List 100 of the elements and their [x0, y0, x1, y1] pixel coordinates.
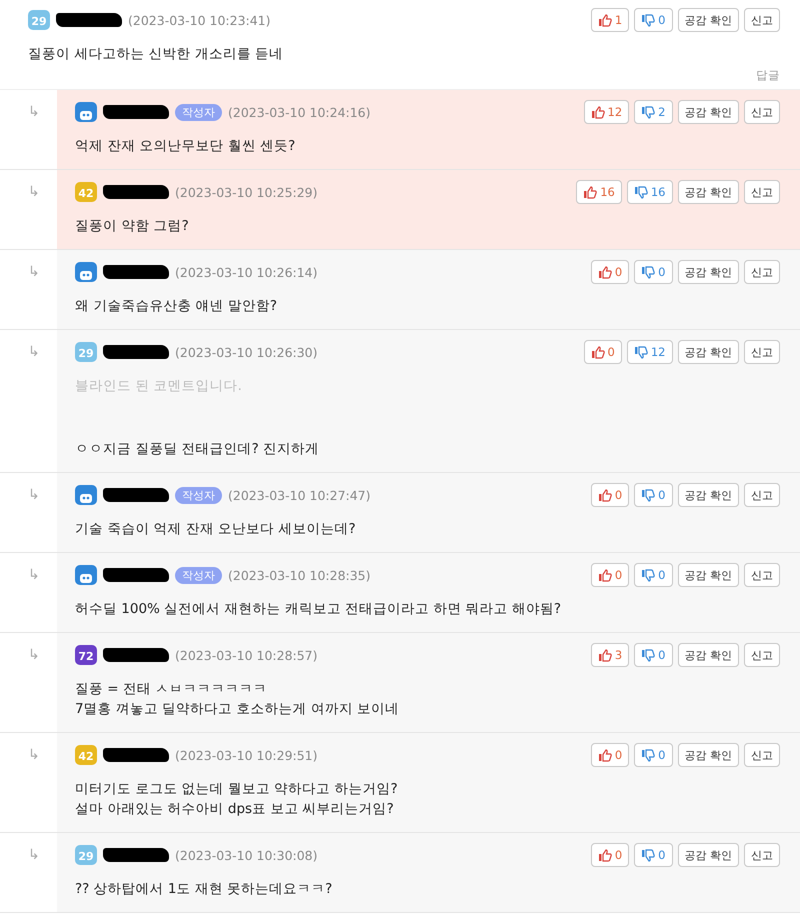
comment-text: 기술 죽습이 억제 잔재 오난보다 세보이는데? — [75, 520, 357, 539]
like-button[interactable]: 0 — [584, 340, 622, 364]
comment-date: (2023-03-10 10:29:51) — [175, 748, 318, 762]
reply-arrow: ↳ — [27, 183, 41, 202]
empathy-button[interactable]: 공감 확인 — [678, 843, 739, 867]
comment-text: 7멸홍 껴놓고 딜약하다고 호소하는게 여까지 보이네 — [75, 700, 400, 719]
comment-date: (2023-03-10 10:24:16) — [228, 104, 371, 120]
redacted-username — [103, 848, 169, 862]
author-tag: 작성자 — [175, 104, 222, 120]
dislike-button[interactable]: 0 — [634, 563, 672, 587]
like-button[interactable]: 16 — [576, 180, 622, 204]
comment-date: (2023-03-10 10:28:57) — [175, 648, 318, 662]
comment-date: (2023-03-10 10:28:35) — [228, 568, 371, 582]
dislike-button[interactable]: 12 — [626, 340, 672, 364]
report-button[interactable]: 신고 — [744, 483, 780, 507]
empathy-button[interactable]: 공감 확인 — [678, 340, 739, 364]
reply-arrow: ↳ — [27, 103, 41, 122]
like-button[interactable]: 12 — [584, 100, 630, 124]
like-button[interactable]: 3 — [590, 643, 630, 667]
author-tag: 작성자 — [175, 486, 222, 504]
dislike-button[interactable]: 0 — [634, 483, 672, 507]
report-button[interactable]: 신고 — [744, 563, 780, 587]
level-badge: 72 — [75, 645, 97, 665]
comment-date: (2023-03-10 10:27:47) — [228, 488, 371, 502]
author-tag: 작성자 — [175, 566, 222, 584]
dislike-button[interactable]: 0 — [634, 743, 672, 767]
comment-date: (2023-03-10 10:26:30) — [175, 344, 318, 360]
comment-text: 질풍이 약함 그럼? — [75, 217, 190, 236]
thumbs-down-icon — [641, 848, 656, 862]
thumbs-down-icon — [641, 648, 656, 662]
redacted-username — [103, 748, 169, 762]
report-button[interactable]: 신고 — [744, 180, 780, 204]
thumbs-up-icon — [598, 748, 612, 762]
like-button[interactable]: 0 — [590, 843, 630, 867]
reply-arrow: ↳ — [27, 486, 41, 505]
report-button[interactable]: 신고 — [744, 843, 780, 867]
thumbs-up-icon — [598, 848, 612, 862]
report-button[interactable]: 신고 — [744, 100, 780, 124]
comment-text: 질풍 = 전태 ㅅㅂㅋㅋㅋㅋㅋㅋ — [75, 680, 268, 699]
level-badge: 29 — [75, 845, 97, 865]
like-button[interactable]: 0 — [590, 563, 630, 587]
redacted-username — [103, 345, 169, 359]
empathy-button[interactable]: 공감 확인 — [678, 260, 739, 284]
like-button[interactable]: 0 — [590, 483, 630, 507]
empathy-button[interactable]: 공감 확인 — [678, 100, 739, 124]
empathy-button[interactable]: 공감 확인 — [678, 180, 739, 204]
level-badge: 29 — [75, 342, 97, 362]
redacted-username — [103, 648, 169, 662]
empathy-button[interactable]: 공감 확인 — [678, 743, 739, 767]
thumbs-up-icon — [598, 648, 612, 662]
thumbs-up-icon — [590, 106, 605, 118]
reply-arrow: ↳ — [27, 343, 41, 362]
dislike-button[interactable]: 16 — [626, 180, 672, 204]
comment-text: 미터기도 로그도 없는데 뭘보고 약하다고 하는거임? — [75, 780, 399, 799]
comment-text: ㅇㅇ지금 질풍딜 전태급인데? 진지하게 — [75, 440, 320, 459]
redacted-username — [103, 265, 169, 279]
empathy-button[interactable]: 공감 확인 — [678, 483, 739, 507]
empathy-button[interactable]: 공감 확인 — [678, 8, 739, 32]
report-button[interactable]: 신고 — [744, 743, 780, 767]
comment-date: (2023-03-10 10:26:14) — [175, 264, 318, 280]
report-button[interactable]: 신고 — [744, 340, 780, 364]
reply-arrow: ↳ — [27, 263, 41, 282]
report-button[interactable]: 신고 — [744, 8, 780, 32]
reply-link[interactable]: 답글 — [756, 68, 780, 82]
dislike-button[interactable]: 0 — [634, 643, 672, 667]
comment-date: (2023-03-10 10:25:29) — [175, 184, 318, 200]
thumbs-down-icon — [641, 14, 656, 26]
level-badge: 29 — [28, 10, 50, 30]
like-button[interactable]: 1 — [590, 8, 630, 32]
like-button[interactable]: 0 — [590, 743, 630, 767]
thumbs-down-icon — [641, 106, 656, 118]
comment-text: 억제 잔재 오의난무보단 훨씬 센듯? — [75, 137, 296, 156]
thumbs-down-icon — [641, 488, 656, 502]
reply-arrow: ↳ — [27, 846, 41, 865]
redacted-username — [103, 488, 169, 502]
thumbs-down-icon — [634, 186, 648, 198]
reply-arrow: ↳ — [27, 746, 41, 765]
blind-notice: 블라인드 된 코멘트입니다. — [75, 377, 243, 396]
empathy-button[interactable]: 공감 확인 — [678, 563, 739, 587]
comment-text: 설마 아래있는 허수아비 dps표 보고 씨부리는거임? — [75, 800, 395, 819]
redacted-username — [103, 185, 169, 199]
report-button[interactable]: 신고 — [744, 260, 780, 284]
thumbs-down-icon — [641, 748, 656, 762]
redacted-username — [103, 568, 169, 582]
dislike-button[interactable]: 0 — [634, 8, 672, 32]
comment-date: (2023-03-10 10:30:08) — [175, 848, 318, 862]
dislike-button[interactable]: 0 — [634, 260, 672, 284]
thumbs-up-icon — [598, 14, 612, 26]
dislike-button[interactable]: 2 — [634, 100, 672, 124]
comment-text: 질풍이 세다고하는 신박한 개소리를 듣네 — [28, 45, 284, 64]
thumbs-up-icon — [598, 488, 612, 502]
report-button[interactable]: 신고 — [744, 643, 780, 667]
empathy-button[interactable]: 공감 확인 — [678, 643, 739, 667]
comment-date: (2023-03-10 10:23:41) — [128, 12, 271, 28]
dislike-button[interactable]: 0 — [634, 843, 672, 867]
thumbs-down-icon — [641, 568, 656, 582]
reply-arrow: ↳ — [27, 566, 41, 585]
redacted-username — [56, 13, 122, 27]
like-button[interactable]: 0 — [590, 260, 630, 284]
level-badge: 42 — [75, 182, 97, 202]
